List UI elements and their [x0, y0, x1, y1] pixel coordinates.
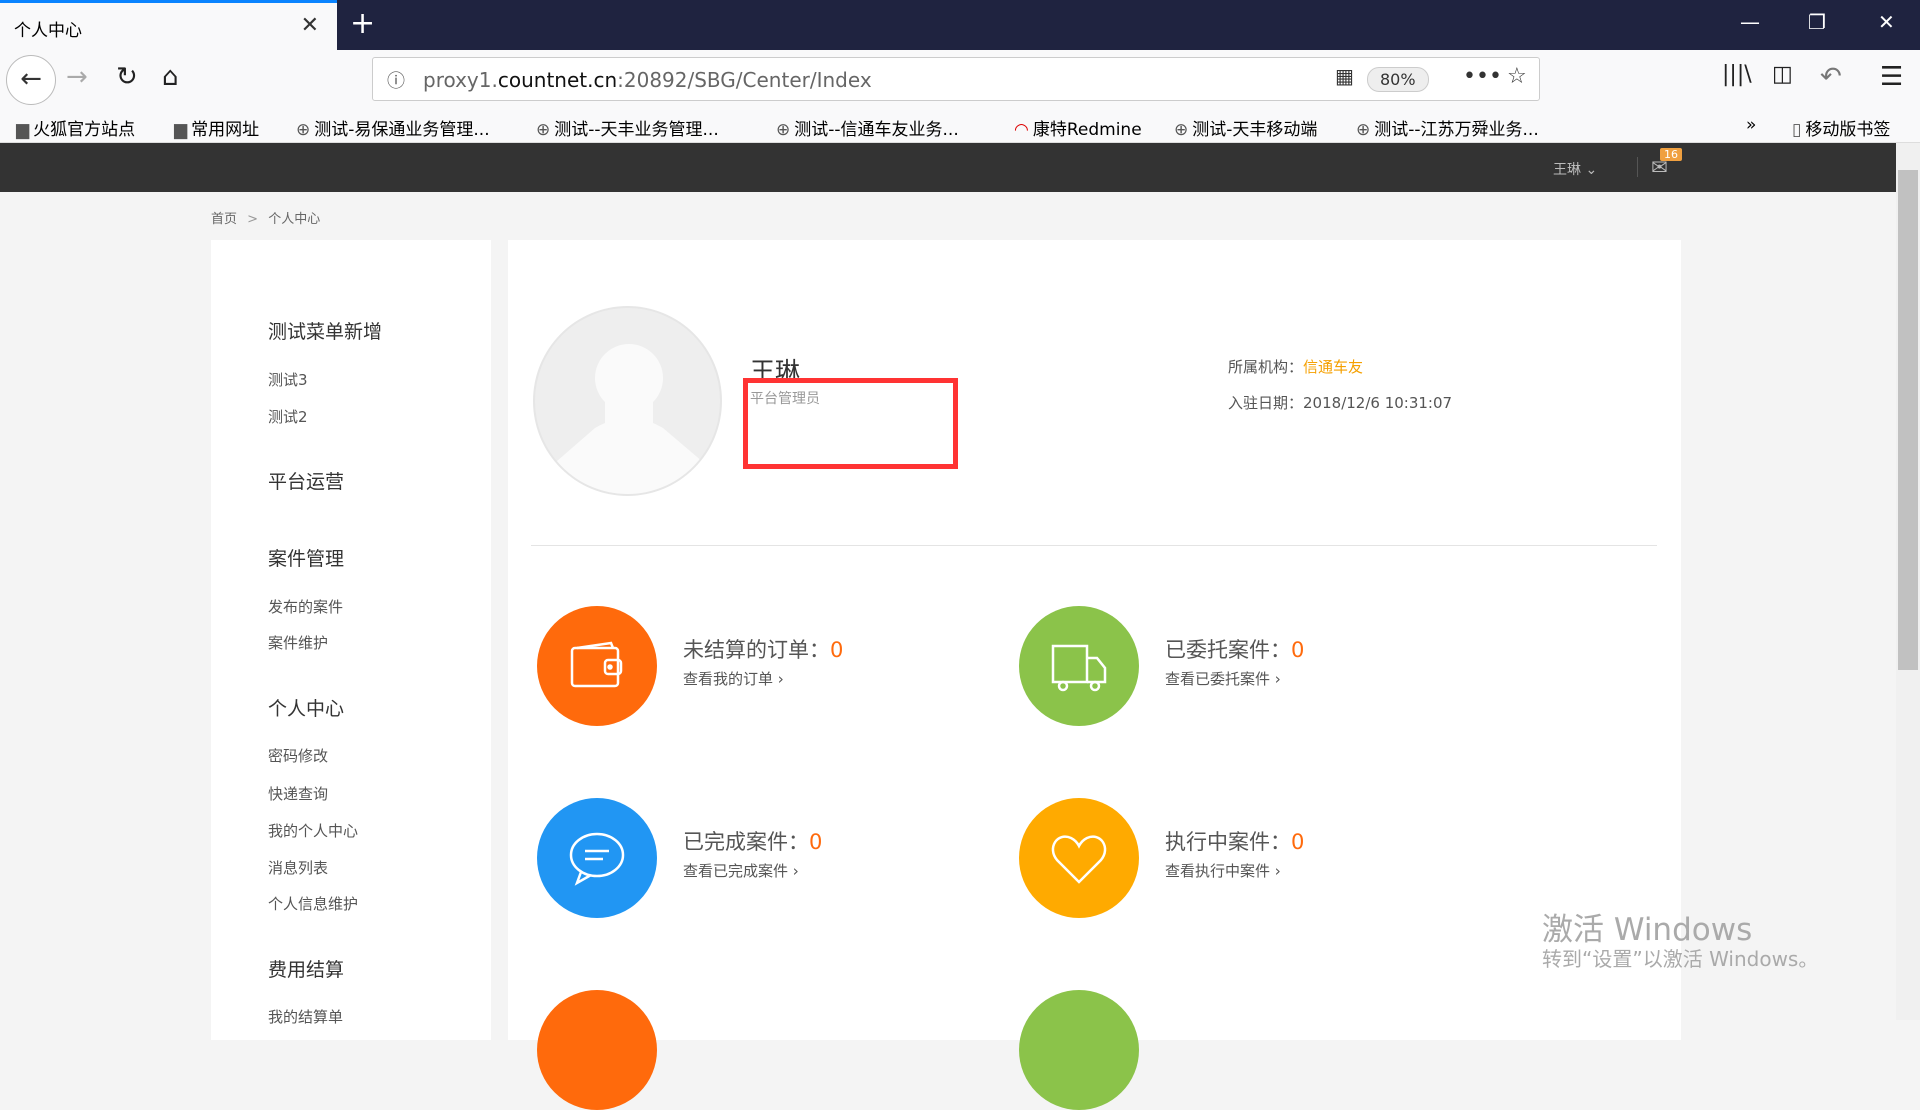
- library-icon[interactable]: |||\: [1722, 62, 1752, 87]
- folder-icon: ▆: [174, 120, 188, 140]
- site-header: 王琳 ⌄ ✉ 16: [0, 143, 1896, 192]
- reload-icon[interactable]: ↻: [116, 62, 138, 92]
- bookmark-item[interactable]: ⊕ 测试-天丰移动端: [1174, 115, 1317, 140]
- globe-icon: ⊕: [1174, 120, 1189, 140]
- sidebar-item[interactable]: 消息列表: [268, 857, 328, 878]
- breadcrumb-home[interactable]: 首页: [211, 212, 237, 227]
- card-title: 已完成案件：0: [683, 830, 823, 854]
- sidebar: 测试菜单新增 测试3 测试2 平台运营 案件管理 发布的案件 案件维护 个人中心…: [211, 240, 491, 1040]
- info-icon[interactable]: ⓘ: [387, 67, 405, 93]
- globe-icon: ⊕: [296, 120, 311, 140]
- bookmark-item[interactable]: ⊕ 测试--天丰业务管理...: [536, 115, 719, 140]
- mail-badge: 16: [1660, 148, 1682, 161]
- close-tab-icon[interactable]: ✕: [301, 13, 319, 38]
- divider: [531, 545, 1657, 546]
- sidebar-item[interactable]: 密码修改: [268, 745, 328, 766]
- card-in-progress-cases: 执行中案件：0 查看执行中案件 ›: [1019, 798, 1419, 918]
- home-icon[interactable]: ⌂: [162, 62, 179, 92]
- card-title: 执行中案件：0: [1165, 830, 1305, 854]
- bookmark-item[interactable]: ◠ 康特Redmine: [1014, 115, 1142, 140]
- bookmarks-bar: ▆ 火狐官方站点 ▆ 常用网址 ⊕ 测试-易保通业务管理... ⊕ 测试--天丰业务管理…: [0, 111, 1920, 143]
- truck-icon: [1019, 606, 1139, 726]
- sidebar-item[interactable]: 我的结算单: [268, 1006, 343, 1027]
- sidebar-item[interactable]: 我的个人中心: [268, 820, 358, 841]
- tab-active[interactable]: 个人中心 ✕: [0, 0, 337, 50]
- sidebar-heading[interactable]: 测试菜单新增: [268, 317, 382, 344]
- overflow-chevron-icon[interactable]: »: [1746, 115, 1756, 135]
- sidebar-item[interactable]: 测试3: [268, 369, 308, 390]
- sidebar-heading[interactable]: 费用结算: [268, 955, 344, 982]
- card-unsettled-orders: 未结算的订单：0 查看我的订单 ›: [537, 606, 937, 726]
- sidebar-item[interactable]: 案件维护: [268, 632, 328, 653]
- zoom-level[interactable]: 80%: [1367, 67, 1429, 92]
- sidebar-heading[interactable]: 个人中心: [268, 694, 344, 721]
- tab-bar: 个人中心 ✕ + — ❐ ✕: [0, 0, 1920, 50]
- join-date: 入驻日期：2018/12/6 10:31:07: [1228, 394, 1453, 412]
- redmine-icon: ◠: [1014, 120, 1029, 140]
- view-delegated-link[interactable]: 查看已委托案件 ›: [1165, 668, 1281, 689]
- view-completed-link[interactable]: 查看已完成案件 ›: [683, 860, 799, 881]
- view-orders-link[interactable]: 查看我的订单 ›: [683, 668, 784, 689]
- card-icon-partial: [1019, 990, 1139, 1110]
- restore-icon[interactable]: ❐: [1808, 10, 1826, 34]
- globe-icon: ⊕: [536, 120, 551, 140]
- bookmark-item[interactable]: ⊕ 测试--信通车友业务...: [776, 115, 959, 140]
- folder-icon: ▆: [16, 120, 30, 140]
- minimize-icon[interactable]: —: [1740, 10, 1760, 34]
- sidebar-item[interactable]: 测试2: [268, 406, 308, 427]
- undo-icon[interactable]: ↶: [1820, 62, 1842, 92]
- bookmark-item[interactable]: ▆ 常用网址: [174, 115, 259, 140]
- avatar: [533, 306, 722, 496]
- close-window-icon[interactable]: ✕: [1878, 10, 1895, 34]
- forward-icon[interactable]: →: [66, 62, 88, 92]
- bookmark-item[interactable]: ⊕ 测试-易保通业务管理...: [296, 115, 490, 140]
- new-tab-icon[interactable]: +: [350, 6, 375, 41]
- qr-code-icon[interactable]: ▦: [1335, 64, 1354, 88]
- divider: [1637, 157, 1638, 177]
- sidebar-heading[interactable]: 平台运营: [268, 467, 344, 494]
- card-title: 未结算的订单：0: [683, 638, 844, 662]
- mobile-bookmarks[interactable]: ▯ 移动版书签: [1792, 115, 1890, 140]
- breadcrumb-current: 个人中心: [268, 212, 321, 227]
- scrollbar-thumb[interactable]: [1898, 170, 1918, 670]
- bookmark-item[interactable]: ▆ 火狐官方站点: [16, 115, 135, 140]
- view-in-progress-link[interactable]: 查看执行中案件 ›: [1165, 860, 1281, 881]
- tab-title: 个人中心: [14, 21, 82, 41]
- windows-watermark-text: 转到“设置”以激活 Windows。: [1542, 947, 1819, 971]
- card-title: 已委托案件：0: [1165, 638, 1305, 662]
- user-menu[interactable]: 王琳 ⌄: [1553, 159, 1597, 179]
- menu-icon[interactable]: ☰: [1880, 62, 1903, 92]
- card-completed-cases: 已完成案件：0 查看已完成案件 ›: [537, 798, 937, 918]
- bookmark-star-icon[interactable]: ☆: [1507, 64, 1527, 89]
- sidebar-item[interactable]: 发布的案件: [268, 596, 343, 617]
- phone-icon: ▯: [1792, 120, 1802, 140]
- highlight-box: [743, 378, 958, 469]
- url-text: proxy1.countnet.cn:20892/SBG/Center/Inde…: [423, 68, 872, 92]
- org-info: 所属机构：信通车友: [1228, 358, 1364, 376]
- breadcrumb: 首页 > 个人中心: [211, 212, 321, 227]
- more-icon[interactable]: •••: [1463, 64, 1502, 89]
- globe-icon: ⊕: [776, 120, 791, 140]
- sidebar-item[interactable]: 快递查询: [268, 783, 328, 804]
- heart-icon: [1019, 798, 1139, 918]
- back-icon[interactable]: ←: [6, 55, 56, 105]
- wallet-icon: [537, 606, 657, 726]
- main-panel: 王琳 平台管理员 所属机构：信通车友 入驻日期：2018/12/6 10:31:…: [508, 240, 1681, 1110]
- sidebar-heading[interactable]: 案件管理: [268, 544, 344, 571]
- sidebar-item[interactable]: 个人信息维护: [268, 893, 358, 914]
- globe-icon: ⊕: [1356, 120, 1371, 140]
- bookmark-item[interactable]: ⊕ 测试--江苏万舜业务...: [1356, 115, 1539, 140]
- sidebar-icon[interactable]: ◫: [1772, 62, 1793, 87]
- url-bar[interactable]: ⓘ proxy1.countnet.cn:20892/SBG/Center/In…: [372, 57, 1540, 101]
- chat-icon: [537, 798, 657, 918]
- card-delegated-cases: 已委托案件：0 查看已委托案件 ›: [1019, 606, 1419, 726]
- card-icon-partial: [537, 990, 657, 1110]
